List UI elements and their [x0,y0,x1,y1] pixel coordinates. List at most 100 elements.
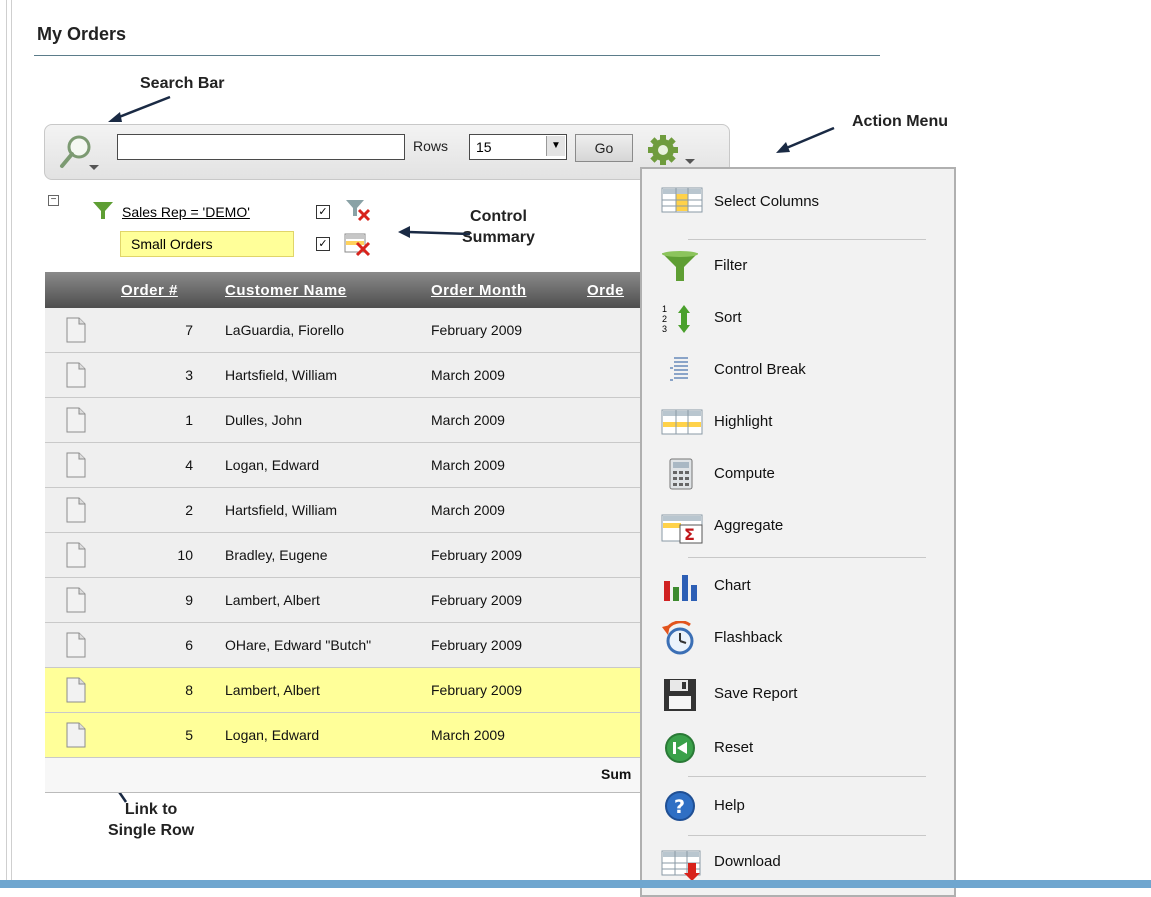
order-number-cell: 7 [185,322,193,338]
order-number-cell: 9 [185,592,193,608]
column-header-customer-name[interactable]: Customer Name [225,282,347,299]
table-row: 8 Lambert, Albert February 2009 [45,668,641,713]
customer-name-cell: OHare, Edward "Butch" [225,637,372,653]
menu-label: Chart [714,577,751,594]
customer-name-cell: Logan, Edward [225,457,320,473]
menu-label: Filter [714,257,748,274]
order-number-cell: 4 [185,457,193,473]
sigma-icon: Σ [661,514,703,544]
floppy-disk-icon [664,679,696,711]
rows-select[interactable]: 15 ▼ [469,134,567,160]
go-button[interactable]: Go [575,134,633,162]
menu-item-compute[interactable]: Compute [660,457,950,491]
column-header-order-partial[interactable]: Orde [587,282,624,299]
menu-item-filter[interactable]: Filter [660,249,950,283]
customer-name-cell: Hartsfield, William [225,502,338,518]
menu-label: Sort [714,309,742,326]
menu-item-flashback[interactable]: Flashback [660,621,950,655]
order-number-cell: 3 [185,367,193,383]
menu-item-highlight[interactable]: Highlight [660,405,950,439]
column-header-order-month[interactable]: Order Month [431,282,527,299]
highlight-chip[interactable]: Small Orders [120,231,294,257]
order-month-cell: March 2009 [431,367,505,383]
menu-separator [688,776,926,777]
bottom-accent-bar [0,880,1151,888]
menu-item-help[interactable]: ? Help [660,789,950,823]
menu-label: Reset [714,739,754,756]
menu-separator [688,557,926,558]
menu-label: Select Columns [714,193,820,210]
customer-name-cell: Dulles, John [225,412,303,428]
document-link-icon[interactable] [65,497,87,526]
menu-label: Save Report [714,685,798,702]
document-link-icon[interactable] [65,677,87,706]
page-title: My Orders [37,24,127,44]
order-number-cell: 5 [185,727,193,743]
search-input[interactable] [117,134,405,160]
select-columns-icon [661,187,703,213]
document-link-icon[interactable] [65,722,87,751]
menu-label: Highlight [714,413,773,430]
order-number-cell: 2 [185,502,193,518]
customer-name-cell: Logan, Edward [225,727,320,743]
sort-icon: 1 2 3 [662,304,690,334]
grid-header: Order # Customer Name Order Month Orde [45,272,641,308]
customer-name-cell: Bradley, Eugene [225,547,328,563]
order-month-cell: February 2009 [431,322,523,338]
menu-label: Flashback [714,629,783,646]
filter-icon [662,251,698,281]
collapse-icon[interactable]: − [48,195,59,206]
order-month-cell: March 2009 [431,727,505,743]
flashback-icon [662,621,694,655]
sum-row: Sum [45,758,641,793]
customer-name-cell: Lambert, Albert [225,592,320,608]
calculator-icon [669,458,693,490]
menu-separator [688,239,926,240]
document-link-icon[interactable] [65,452,87,481]
menu-item-download[interactable]: Download [660,845,950,881]
search-bar: Rows 15 ▼ Go [44,124,730,180]
menu-item-control-break[interactable]: Control Break [660,353,950,387]
column-header-order-number[interactable]: Order # [121,282,178,299]
order-number-cell: 8 [185,682,193,698]
rows-label: Rows [413,138,449,154]
annotation-arrow-action [776,126,835,153]
menu-item-chart[interactable]: Chart [660,569,950,603]
highlight-label: Small Orders [131,236,213,252]
table-row: 7 LaGuardia, Fiorello February 2009 [45,308,641,353]
filter-link[interactable]: Sales Rep = 'DEMO' [122,204,250,220]
download-icon [661,850,701,881]
order-month-cell: February 2009 [431,682,523,698]
menu-item-aggregate[interactable]: Σ Aggregate [660,509,950,544]
control-break-icon [670,357,688,381]
remove-highlight-icon[interactable] [343,231,375,257]
document-link-icon[interactable] [65,542,87,571]
table-row: 9 Lambert, Albert February 2009 [45,578,641,623]
filter-icon [93,202,113,219]
menu-label: Control Break [714,361,806,378]
chevron-down-icon[interactable]: ▼ [546,136,565,156]
order-month-cell: February 2009 [431,547,523,563]
table-row: 10 Bradley, Eugene February 2009 [45,533,641,578]
document-link-icon[interactable] [65,317,87,346]
svg-text:?: ? [674,796,685,818]
document-link-icon[interactable] [65,407,87,436]
document-link-icon[interactable] [65,362,87,391]
table-row: 1 Dulles, John March 2009 [45,398,641,443]
customer-name-cell: LaGuardia, Fiorello [225,322,345,338]
highlight-enable-checkbox[interactable]: ✓ [316,237,330,251]
table-row: 6 OHare, Edward "Butch" February 2009 [45,623,641,668]
document-link-icon[interactable] [65,632,87,661]
search-icon[interactable] [55,133,103,180]
menu-item-sort[interactable]: 1 2 3 Sort [660,301,950,335]
svg-text:3: 3 [662,324,667,334]
remove-filter-icon[interactable] [345,198,375,224]
menu-item-reset[interactable]: Reset [660,731,950,765]
title-underline [34,55,880,56]
filter-enable-checkbox[interactable]: ✓ [316,205,330,219]
bar-chart-icon [664,575,697,601]
menu-item-select-columns[interactable]: Select Columns [660,185,950,219]
order-month-cell: March 2009 [431,502,505,518]
document-link-icon[interactable] [65,587,87,616]
menu-item-save-report[interactable]: Save Report [660,677,950,711]
